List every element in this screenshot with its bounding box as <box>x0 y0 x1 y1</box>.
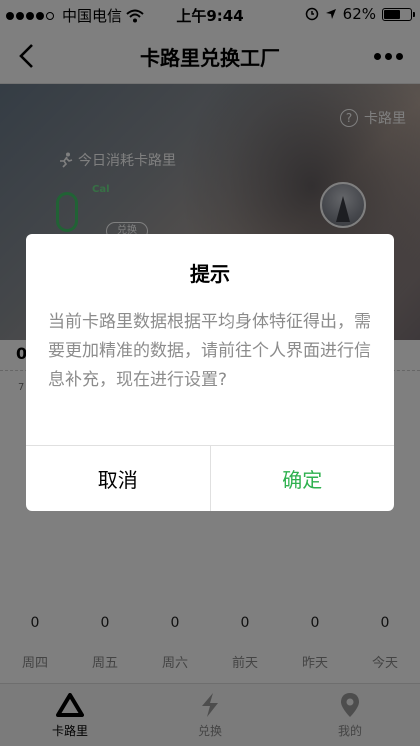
confirm-button[interactable]: 确定 <box>211 446 395 511</box>
settings-prompt-dialog: 提示 当前卡路里数据根据平均身体特征得出，需要更加精准的数据，请前往个人界面进行… <box>26 234 394 511</box>
cancel-button[interactable]: 取消 <box>26 446 211 511</box>
dialog-title: 提示 <box>190 262 230 286</box>
dialog-message: 当前卡路里数据根据平均身体特征得出，需要更加精准的数据，请前往个人界面进行信息补… <box>48 312 371 390</box>
dialog-actions: 取消 确定 <box>26 445 394 511</box>
